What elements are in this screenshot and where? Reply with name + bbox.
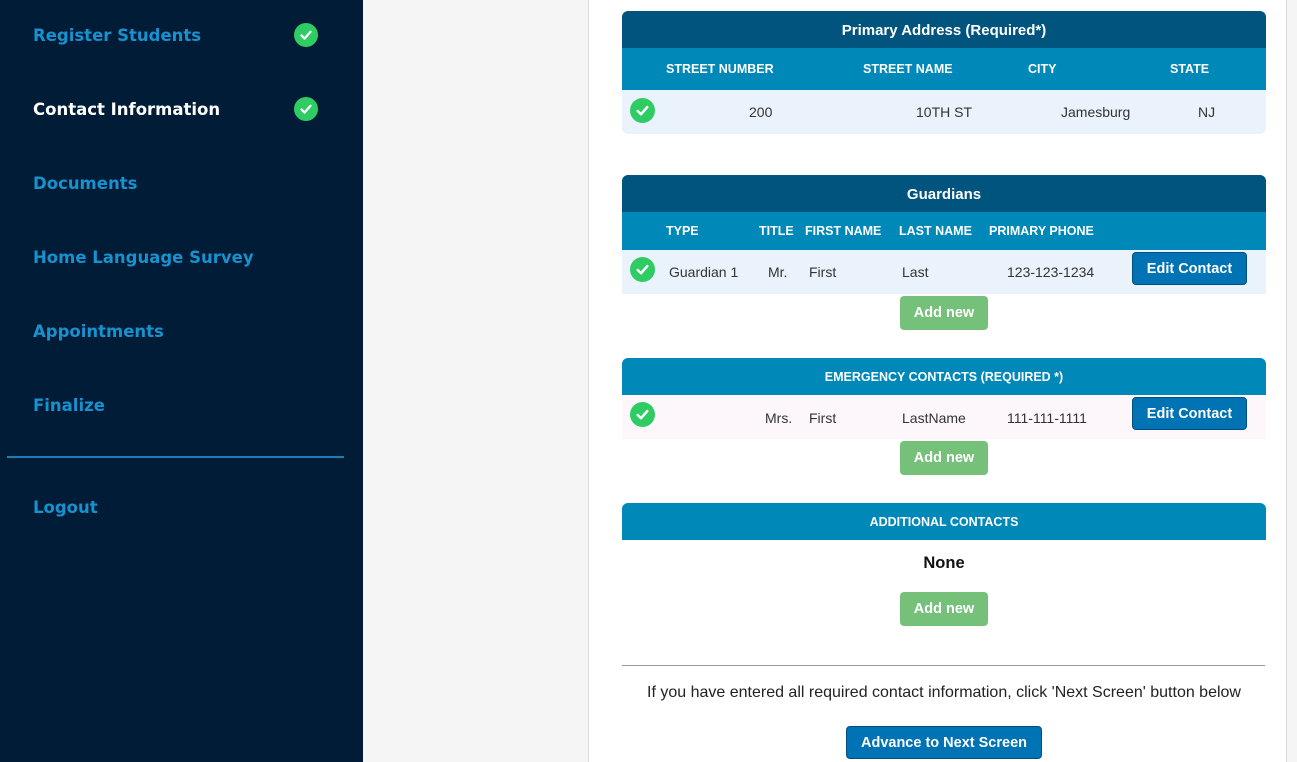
state-value: NJ (1198, 104, 1216, 120)
sidebar-item-finalize[interactable]: Finalize (33, 390, 105, 420)
edit-contact-button[interactable]: Edit Contact (1132, 252, 1247, 285)
sidebar-divider (7, 456, 344, 458)
check-circle-icon (630, 257, 655, 282)
address-header-row: STREET NUMBER STREET NAME CITY STATE (622, 48, 1266, 90)
sidebar-item-register-students[interactable]: Register Students (33, 20, 201, 50)
check-circle-icon (294, 23, 318, 47)
footer-divider (622, 665, 1265, 666)
city-value: Jamesburg (1061, 104, 1131, 120)
logout-label: Logout (33, 497, 98, 517)
check-circle-icon (294, 97, 318, 121)
emergency-last-name: LastName (902, 410, 966, 426)
sidebar-item-label: Register Students (33, 25, 202, 45)
edit-contact-button[interactable]: Edit Contact (1132, 397, 1247, 430)
sidebar-item-label: Contact Information (33, 99, 221, 119)
street-name-value: 10TH ST (916, 104, 973, 120)
column-header: STREET NAME (863, 62, 953, 76)
guardian-row: Guardian 1 Mr. First Last 123-123-1234 E… (622, 250, 1266, 294)
column-header: TYPE (666, 224, 699, 238)
column-header: CITY (1028, 62, 1057, 76)
guardian-phone: 123-123-1234 (1007, 264, 1095, 280)
guardian-type: Guardian 1 (669, 264, 739, 280)
add-additional-contact-button[interactable]: Add new (900, 592, 988, 626)
emergency-title: EMERGENCY CONTACTS (REQUIRED *) (622, 358, 1266, 395)
add-guardian-button[interactable]: Add new (900, 296, 988, 330)
column-header: PRIMARY PHONE (989, 224, 1094, 238)
address-title-text: Primary Address (Required*) (841, 21, 1047, 39)
column-header: STATE (1170, 62, 1210, 76)
sidebar-item-label: Documents (33, 173, 138, 193)
additional-title: ADDITIONAL CONTACTS (622, 503, 1266, 540)
column-header: TITLE (759, 224, 794, 238)
sidebar-item-label: Appointments (33, 321, 164, 341)
sidebar-item-contact-information[interactable]: Contact Information (33, 94, 220, 124)
address-row: 200 10TH ST Jamesburg NJ (622, 90, 1266, 134)
add-emergency-contact-button[interactable]: Add new (900, 441, 988, 475)
sidebar-item-documents[interactable]: Documents (33, 168, 137, 198)
column-header: LAST NAME (899, 224, 972, 238)
emergency-title-value: Mrs. (765, 410, 793, 426)
additional-empty-text: None (923, 554, 965, 572)
column-header: FIRST NAME (805, 224, 882, 238)
check-circle-icon (630, 402, 655, 427)
column-header: STREET NUMBER (666, 62, 774, 76)
sidebar-item-appointments[interactable]: Appointments (33, 316, 164, 346)
additional-title-text: ADDITIONAL CONTACTS (869, 514, 1019, 529)
guardians-title-text: Guardians (906, 185, 982, 203)
emergency-phone: 111-111-1111 (1007, 410, 1087, 426)
sidebar-item-label: Home Language Survey (33, 247, 254, 267)
emergency-title-text: EMERGENCY CONTACTS (REQUIRED *) (824, 369, 1064, 384)
sidebar: Register Students Contact Information Do… (0, 0, 363, 762)
street-number-value: 200 (749, 104, 773, 120)
guardian-last-name: Last (902, 264, 929, 280)
guardian-first-name: First (809, 264, 837, 280)
guardian-title: Mr. (768, 264, 788, 280)
guardians-title: Guardians (622, 175, 1266, 213)
sidebar-item-home-language-survey[interactable]: Home Language Survey (33, 242, 254, 272)
emergency-first-name: First (809, 410, 837, 426)
advance-next-screen-button[interactable]: Advance to Next Screen (846, 726, 1042, 759)
sidebar-item-label: Finalize (33, 395, 105, 415)
guardians-header-row: TYPE TITLE FIRST NAME LAST NAME PRIMARY … (622, 212, 1266, 250)
check-circle-icon (630, 98, 655, 123)
footer-note: If you have entered all required contact… (647, 684, 1241, 701)
logout-link[interactable]: Logout (33, 492, 98, 522)
address-title: Primary Address (Required*) (622, 11, 1266, 49)
emergency-row: Mrs. First LastName 111-111-1111 Edit Co… (622, 395, 1266, 439)
